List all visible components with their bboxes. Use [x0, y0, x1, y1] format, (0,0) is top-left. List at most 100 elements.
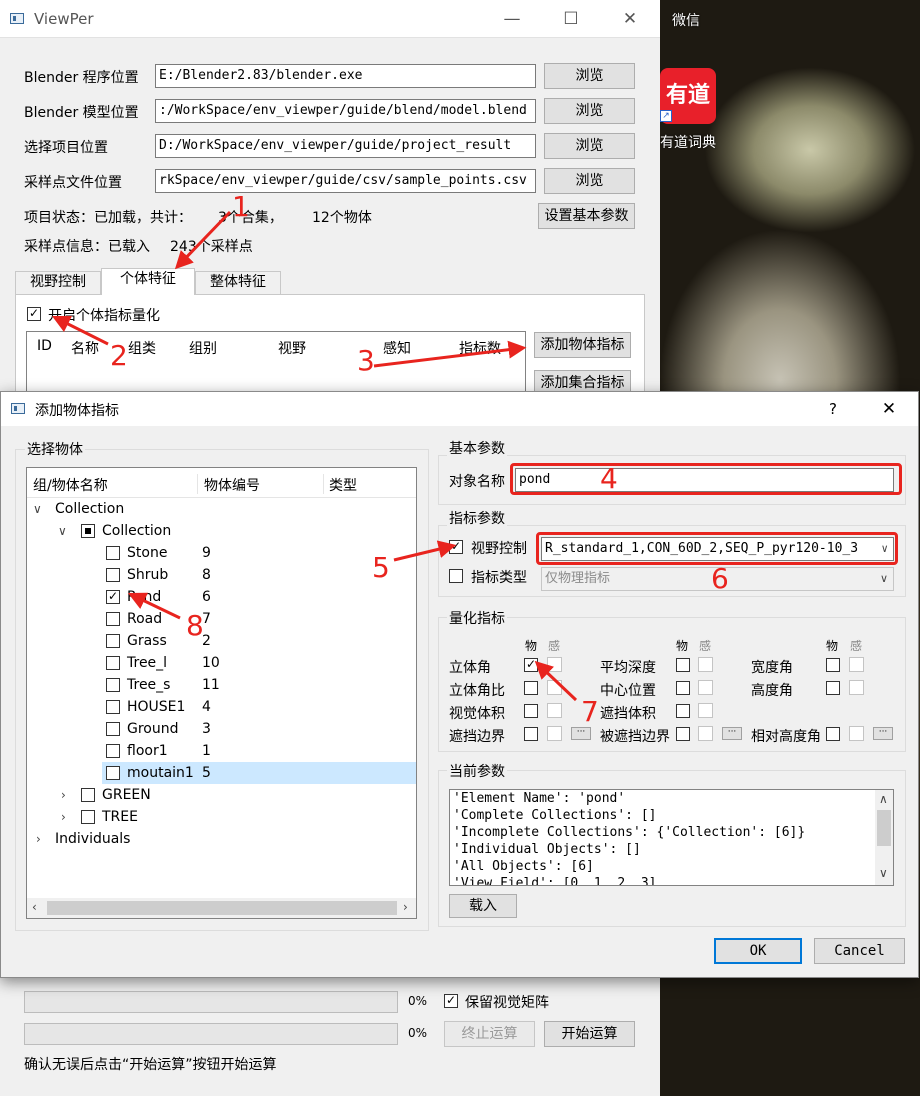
expand-right-icon[interactable]: › — [61, 806, 66, 828]
indicator-type-checkbox[interactable] — [449, 569, 463, 583]
col-header-perception[interactable]: 感知 — [383, 338, 411, 358]
col-header-name[interactable]: 名称 — [71, 338, 99, 358]
solid-angle-perc-checkbox[interactable] — [547, 657, 562, 672]
tree-row-collection-root[interactable]: ∨ Collection — [27, 498, 416, 520]
center-position-perc-checkbox[interactable] — [698, 680, 713, 695]
occlusion-boundary-more-button[interactable]: ··· — [571, 727, 591, 740]
cancel-button[interactable]: Cancel — [814, 938, 905, 964]
enable-quantify-checkbox[interactable]: ✓ — [27, 307, 41, 321]
tree-header-type[interactable]: 类型 — [329, 475, 357, 495]
tree-header-name[interactable]: 组/物体名称 — [33, 475, 108, 495]
width-angle-phys-checkbox[interactable] — [826, 658, 840, 672]
params-scrollbar[interactable]: ∧ ∨ — [875, 790, 893, 885]
expand-right-icon[interactable]: › — [36, 828, 41, 850]
start-button[interactable]: 开始运算 — [544, 1021, 635, 1047]
occlusion-volume-phys-checkbox[interactable] — [676, 704, 690, 718]
scroll-thumb[interactable] — [47, 901, 397, 915]
scroll-left-icon[interactable]: ‹ — [32, 900, 37, 914]
col-header-group-type[interactable]: 组类 — [128, 338, 156, 358]
ok-button[interactable]: OK — [714, 938, 802, 964]
tree-row-road[interactable]: Road 7 — [27, 608, 416, 630]
params-scroll-thumb[interactable] — [877, 810, 891, 846]
current-params-text[interactable]: 'Element Name': 'pond' 'Complete Collect… — [449, 789, 894, 886]
tree-row-ground[interactable]: Ground 3 — [27, 718, 416, 740]
browse-exe-button[interactable]: 浏览 — [544, 63, 635, 89]
tree-row-collection[interactable]: ∨ Collection — [27, 520, 416, 542]
visual-volume-phys-checkbox[interactable] — [524, 704, 538, 718]
scroll-up-icon[interactable]: ∧ — [879, 792, 888, 806]
indicator-table[interactable] — [26, 331, 526, 393]
road-checkbox[interactable] — [106, 612, 120, 626]
solid-angle-ratio-perc-checkbox[interactable] — [547, 680, 562, 695]
set-basic-params-button[interactable]: 设置基本参数 — [538, 203, 635, 229]
house1-checkbox[interactable] — [106, 700, 120, 714]
occluded-boundary-perc-checkbox[interactable] — [698, 726, 713, 741]
tree-row-house1[interactable]: HOUSE1 4 — [27, 696, 416, 718]
ground-checkbox[interactable] — [106, 722, 120, 736]
project-location-field[interactable]: D:/WorkSpace/env_viewper/guide/project_r… — [155, 134, 536, 158]
tree-row-tree-l[interactable]: Tree_l 10 — [27, 652, 416, 674]
width-angle-perc-checkbox[interactable] — [849, 657, 864, 672]
height-angle-perc-checkbox[interactable] — [849, 680, 864, 695]
tree-row-tree-s[interactable]: Tree_s 11 — [27, 674, 416, 696]
dialog-close-button[interactable]: ✕ — [869, 396, 909, 422]
col-header-indicator-count[interactable]: 指标数 — [459, 338, 501, 358]
solid-angle-ratio-phys-checkbox[interactable] — [524, 681, 538, 695]
object-tree[interactable]: 组/物体名称 物体编号 类型 ∨ Collection ∨ Collection… — [26, 467, 417, 919]
expand-right-icon[interactable]: › — [61, 784, 66, 806]
blender-model-field[interactable]: :/WorkSpace/env_viewper/guide/blend/mode… — [155, 99, 536, 123]
grass-checkbox[interactable] — [106, 634, 120, 648]
tree-row-grass[interactable]: Grass 2 — [27, 630, 416, 652]
tree-row-green[interactable]: › GREEN — [27, 784, 416, 806]
shrub-checkbox[interactable] — [106, 568, 120, 582]
chevron-down-icon[interactable]: ∨ — [880, 568, 888, 590]
relative-height-angle-perc-checkbox[interactable] — [849, 726, 864, 741]
browse-project-button[interactable]: 浏览 — [544, 133, 635, 159]
solid-angle-phys-checkbox[interactable]: ✓ — [524, 658, 538, 672]
tree-row-tree[interactable]: › TREE — [27, 806, 416, 828]
col-header-view[interactable]: 视野 — [278, 338, 306, 358]
tree-row-individuals[interactable]: › Individuals — [27, 828, 416, 850]
tree-checkbox[interactable] — [81, 810, 95, 824]
close-button[interactable]: ✕ — [610, 6, 650, 32]
tree-row-moutain1[interactable]: moutain1 5 — [102, 762, 416, 784]
occluded-boundary-more-button[interactable]: ··· — [722, 727, 742, 740]
occluded-boundary-phys-checkbox[interactable] — [676, 727, 690, 741]
scroll-down-icon[interactable]: ∨ — [879, 866, 888, 880]
minimize-button[interactable]: — — [492, 6, 532, 32]
center-position-phys-checkbox[interactable] — [676, 681, 690, 695]
col-header-group[interactable]: 组别 — [189, 338, 217, 358]
stone-checkbox[interactable] — [106, 546, 120, 560]
relative-height-angle-more-button[interactable]: ··· — [873, 727, 893, 740]
tree-s-checkbox[interactable] — [106, 678, 120, 692]
tab-individual-features[interactable]: 个体特征 — [101, 268, 195, 295]
browse-sample-button[interactable]: 浏览 — [544, 168, 635, 194]
occlusion-boundary-phys-checkbox[interactable] — [524, 727, 538, 741]
visual-volume-perc-checkbox[interactable] — [547, 703, 562, 718]
tree-l-checkbox[interactable] — [106, 656, 120, 670]
height-angle-phys-checkbox[interactable] — [826, 681, 840, 695]
tree-row-stone[interactable]: Stone 9 — [27, 542, 416, 564]
moutain1-checkbox[interactable] — [106, 766, 120, 780]
tab-view-control[interactable]: 视野控制 — [15, 271, 101, 294]
average-depth-perc-checkbox[interactable] — [698, 657, 713, 672]
tree-row-floor1[interactable]: floor1 1 — [27, 740, 416, 762]
keep-matrix-checkbox[interactable]: ✓ — [444, 994, 458, 1008]
pond-checkbox[interactable]: ✓ — [106, 590, 120, 604]
browse-model-button[interactable]: 浏览 — [544, 98, 635, 124]
floor1-checkbox[interactable] — [106, 744, 120, 758]
tree-row-pond[interactable]: ✓ Pond 6 — [27, 586, 416, 608]
add-object-indicator-button[interactable]: 添加物体指标 — [534, 332, 631, 358]
tree-header-id[interactable]: 物体编号 — [204, 475, 260, 495]
expand-down-icon[interactable]: ∨ — [33, 498, 42, 520]
help-button[interactable]: ? — [813, 396, 853, 422]
sample-file-field[interactable]: rkSpace/env_viewper/guide/csv/sample_poi… — [155, 169, 536, 193]
youdao-label[interactable]: 有道词典 — [660, 132, 716, 152]
green-checkbox[interactable] — [81, 788, 95, 802]
occlusion-boundary-perc-checkbox[interactable] — [547, 726, 562, 741]
stop-button[interactable]: 终止运算 — [444, 1021, 535, 1047]
relative-height-angle-phys-checkbox[interactable] — [826, 727, 840, 741]
col-header-id[interactable]: ID — [37, 338, 52, 354]
wechat-label[interactable]: 微信 — [672, 10, 700, 30]
average-depth-phys-checkbox[interactable] — [676, 658, 690, 672]
